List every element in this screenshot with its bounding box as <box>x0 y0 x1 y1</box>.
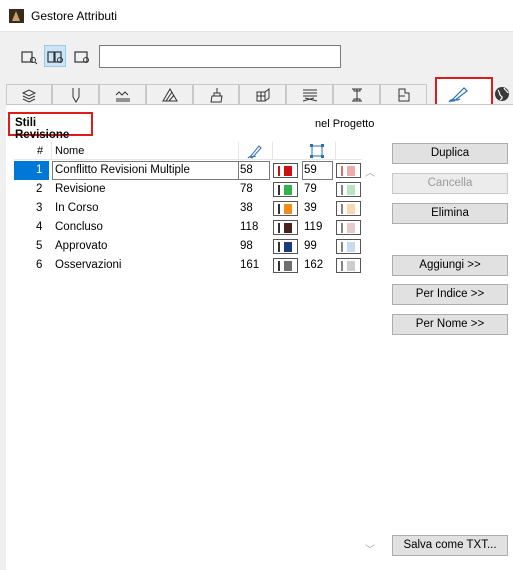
row-pen-index[interactable]: 161 <box>240 259 259 271</box>
pen-color-swatch[interactable] <box>273 258 298 273</box>
profiles-icon <box>351 88 362 102</box>
duplicate-button[interactable]: Duplica <box>392 143 508 164</box>
row-index: 3 <box>36 202 43 214</box>
header-index: # <box>37 145 44 157</box>
pen-color-swatch[interactable] <box>273 201 298 216</box>
app-logo-icon <box>9 9 24 23</box>
delete-button[interactable]: Cancella <box>392 173 508 194</box>
window-title: Gestore Attributi <box>31 9 118 23</box>
scope-label: nel Progetto <box>315 118 375 130</box>
row-index: 2 <box>36 183 43 195</box>
row-cloud-pen-index[interactable]: 39 <box>304 202 317 214</box>
revision-styles-icon <box>448 87 468 103</box>
scroll-up-arrow-icon[interactable]: ︿ <box>365 164 375 179</box>
view-mode-compare-button[interactable] <box>44 45 66 67</box>
tab-zones[interactable] <box>380 84 427 104</box>
row-cloud-pen-index[interactable]: 79 <box>304 183 317 195</box>
zones-icon <box>398 88 409 102</box>
pen-color-swatch[interactable] <box>273 163 298 178</box>
tab-profiles[interactable] <box>333 84 380 104</box>
row-name: Osservazioni <box>55 259 122 271</box>
table-header: # Nome <box>14 142 362 160</box>
row-index: 1 <box>36 164 43 176</box>
sort-by-name-button[interactable]: Per Nome >> <box>392 314 508 335</box>
sort-by-index-button[interactable]: Per Indice >> <box>392 284 508 305</box>
section-title: Stili Revisione <box>8 112 93 141</box>
view-mode-list-icon <box>21 51 38 65</box>
view-mode-list-button[interactable] <box>17 45 39 67</box>
row-cloud-pen-index[interactable]: 99 <box>304 240 317 252</box>
table-row[interactable]: 5 Approvato 98 99 <box>14 237 362 256</box>
layers-icon <box>21 89 37 103</box>
tab-layers[interactable] <box>6 84 52 104</box>
tab-pens[interactable] <box>52 84 99 104</box>
view-mode-single-icon <box>74 51 89 63</box>
cloud-color-swatch[interactable] <box>336 163 361 178</box>
add-button[interactable]: Aggiungi >> <box>392 255 508 276</box>
row-cloud-pen-index[interactable]: 119 <box>304 221 322 233</box>
view-mode-single-button[interactable] <box>70 45 92 67</box>
view-mode-compare-icon <box>47 51 63 63</box>
cloud-color-swatch[interactable] <box>336 220 361 235</box>
row-name: Approvato <box>55 240 108 252</box>
pen-color-swatch[interactable] <box>273 182 298 197</box>
composites-icon <box>302 89 317 102</box>
row-index: 6 <box>36 259 43 271</box>
fill-types-icon <box>161 88 178 102</box>
row-pen-index[interactable]: 78 <box>240 183 253 195</box>
row-pen-index[interactable]: 38 <box>240 202 253 214</box>
line-types-icon <box>115 91 130 102</box>
table-row[interactable]: 3 In Corso 38 39 <box>14 199 362 218</box>
title-bar: Gestore Attributi <box>0 0 513 32</box>
table-row[interactable]: 6 Osservazioni 161 162 <box>14 256 362 275</box>
cloud-color-swatch[interactable] <box>336 258 361 273</box>
globe-icon[interactable] <box>494 86 510 102</box>
table-row[interactable]: 2 Revisione 78 79 <box>14 180 362 199</box>
row-cloud-pen-index[interactable]: 59 <box>304 164 317 176</box>
row-index: 4 <box>36 221 43 233</box>
save-as-txt-button[interactable]: Salva come TXT... <box>392 535 508 556</box>
pens-icon <box>72 88 79 103</box>
scroll-down-arrow-icon[interactable]: ﹀ <box>365 541 375 556</box>
tab-building-materials[interactable] <box>239 84 286 104</box>
revision-cloud-header-icon <box>310 144 324 158</box>
tab-fill-types[interactable] <box>146 84 193 104</box>
row-index: 5 <box>36 240 43 252</box>
tab-surfaces[interactable] <box>193 84 239 104</box>
building-materials-icon <box>256 88 269 102</box>
row-name: In Corso <box>55 202 99 214</box>
row-name: Conflitto Revisioni Multiple <box>55 164 190 176</box>
cloud-color-swatch[interactable] <box>336 201 361 216</box>
tab-line-types[interactable] <box>99 84 146 104</box>
header-name: Nome <box>55 145 85 157</box>
row-cloud-pen-index[interactable]: 162 <box>304 259 323 271</box>
row-pen-index[interactable]: 98 <box>240 240 253 252</box>
row-pen-index[interactable]: 58 <box>240 164 253 176</box>
search-input[interactable] <box>99 45 341 68</box>
remove-button[interactable]: Elimina <box>392 203 508 224</box>
cloud-color-swatch[interactable] <box>336 239 361 254</box>
table-row[interactable]: 4 Concluso 118 119 <box>14 218 362 237</box>
cloud-color-swatch[interactable] <box>336 182 361 197</box>
pen-color-swatch[interactable] <box>273 239 298 254</box>
surfaces-icon <box>210 88 223 103</box>
row-pen-index[interactable]: 118 <box>240 221 258 233</box>
tab-composites[interactable] <box>286 84 333 104</box>
pen-color-swatch[interactable] <box>273 220 298 235</box>
row-name: Concluso <box>55 221 103 233</box>
table-row[interactable]: 1 Conflitto Revisioni Multiple 58 59 <box>14 161 362 180</box>
revision-pen-header-icon <box>247 145 262 159</box>
row-name: Revisione <box>55 183 106 195</box>
